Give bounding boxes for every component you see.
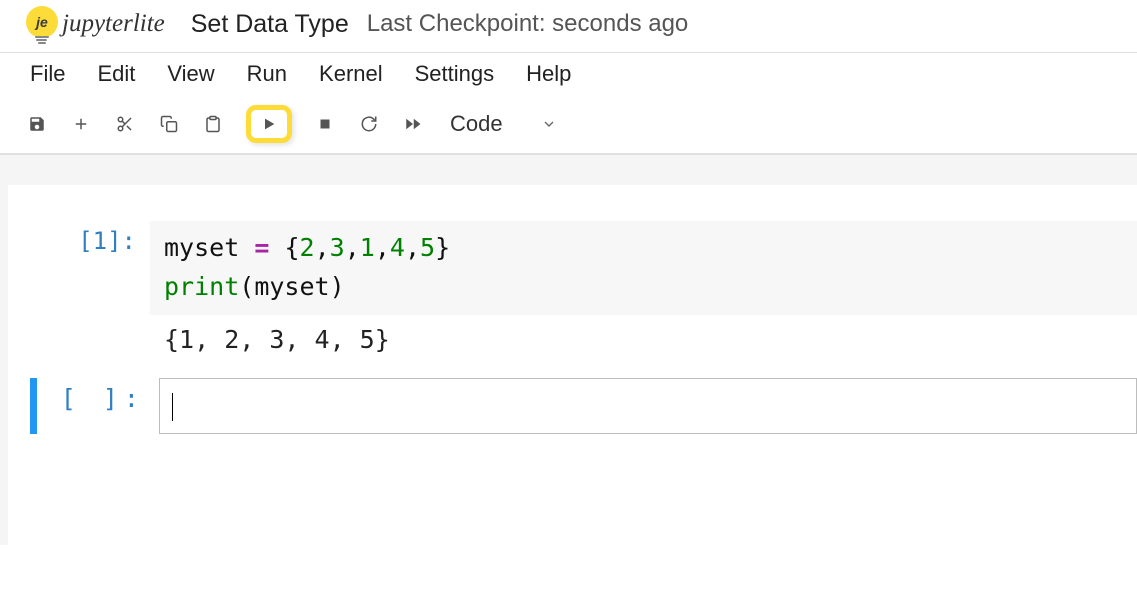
code-cell[interactable]: [1]: myset = {2,3,1,4,5} print(myset) {1… (30, 221, 1137, 364)
menu-run[interactable]: Run (247, 61, 287, 87)
notebook-area: [1]: myset = {2,3,1,4,5} print(myset) {1… (0, 155, 1137, 545)
code-token: 4 (390, 233, 405, 262)
lightbulb-icon: je (24, 6, 60, 42)
cell-output: {1, 2, 3, 4, 5} (150, 315, 1137, 364)
menubar: File Edit View Run Kernel Settings Help (0, 53, 1137, 95)
menu-kernel[interactable]: Kernel (319, 61, 383, 87)
cell-prompt: [ ]: (39, 378, 159, 434)
run-button[interactable] (246, 105, 292, 143)
code-token: 3 (330, 233, 345, 262)
code-token: myset (164, 233, 239, 262)
header: je jupyterlite Set Data Type Last Checkp… (0, 0, 1137, 52)
copy-icon[interactable] (158, 113, 180, 135)
code-token: myset (254, 272, 329, 301)
menu-edit[interactable]: Edit (97, 61, 135, 87)
code-token: 2 (300, 233, 315, 262)
menu-help[interactable]: Help (526, 61, 571, 87)
paste-icon[interactable] (202, 113, 224, 135)
restart-icon[interactable] (358, 113, 380, 135)
code-token: print (164, 272, 239, 301)
cell-type-selector[interactable]: Code (450, 111, 557, 137)
save-icon[interactable] (26, 113, 48, 135)
logo-script: jupyterlite (62, 10, 165, 38)
code-token: 5 (420, 233, 435, 262)
logo: je jupyterlite (24, 6, 165, 42)
cell-input[interactable]: myset = {2,3,1,4,5} print(myset) (150, 221, 1137, 315)
menu-view[interactable]: View (167, 61, 214, 87)
cell-input[interactable] (159, 378, 1137, 434)
cut-icon[interactable] (114, 113, 136, 135)
active-indicator (30, 378, 37, 434)
checkpoint-label: Last Checkpoint: seconds ago (367, 10, 689, 38)
document-title[interactable]: Set Data Type (191, 10, 349, 39)
code-token: = (254, 233, 269, 262)
menu-file[interactable]: File (30, 61, 65, 87)
code-token: { (284, 233, 299, 262)
stop-icon[interactable] (314, 113, 336, 135)
text-cursor (172, 393, 173, 421)
toolbar: Code (0, 95, 1137, 154)
chevron-down-icon (541, 116, 557, 132)
fast-forward-icon[interactable] (402, 113, 424, 135)
menu-settings[interactable]: Settings (415, 61, 495, 87)
logo-initials: je (26, 6, 58, 38)
cell-type-label: Code (450, 111, 503, 137)
cell-prompt: [1]: (30, 221, 150, 255)
code-cell-active[interactable]: [ ]: (30, 378, 1137, 434)
add-icon[interactable] (70, 113, 92, 135)
code-token: 1 (360, 233, 375, 262)
notebook: [1]: myset = {2,3,1,4,5} print(myset) {1… (8, 185, 1137, 545)
code-token: } (435, 233, 450, 262)
